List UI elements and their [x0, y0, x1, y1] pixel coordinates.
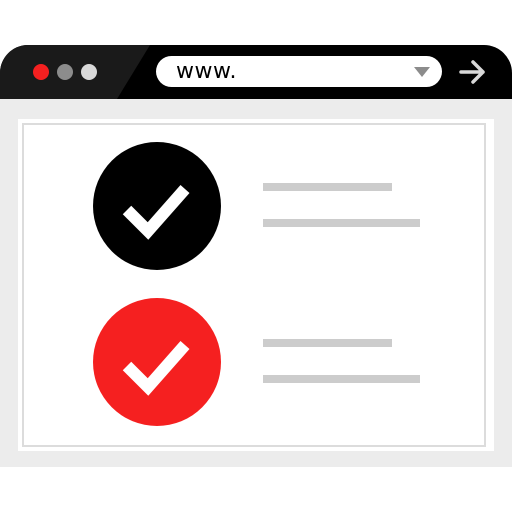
browser-window: www. [0, 0, 512, 512]
browser-titlebar: www. [0, 45, 512, 99]
address-bar[interactable]: www. [156, 56, 442, 87]
checklist-item-1-badge [93, 142, 221, 270]
check-icon [122, 341, 190, 396]
checklist-item-2-text-line-2 [263, 375, 420, 383]
close-window-button[interactable] [33, 64, 49, 80]
maximize-window-button[interactable] [81, 64, 97, 80]
web-page [18, 119, 494, 451]
checklist-item-2-badge [93, 298, 221, 426]
checklist-item-1-text-line-2 [263, 219, 420, 227]
dropdown-arrow-icon[interactable] [414, 67, 430, 77]
address-bar-text: www. [176, 59, 237, 84]
page-frame [22, 123, 486, 447]
checklist-item-2-text-line-1 [263, 339, 392, 347]
minimize-window-button[interactable] [57, 64, 73, 80]
browser-viewport [0, 99, 512, 467]
checklist-item-1-text-line-1 [263, 183, 392, 191]
arrow-right-icon[interactable] [458, 58, 488, 86]
check-icon [122, 185, 190, 240]
